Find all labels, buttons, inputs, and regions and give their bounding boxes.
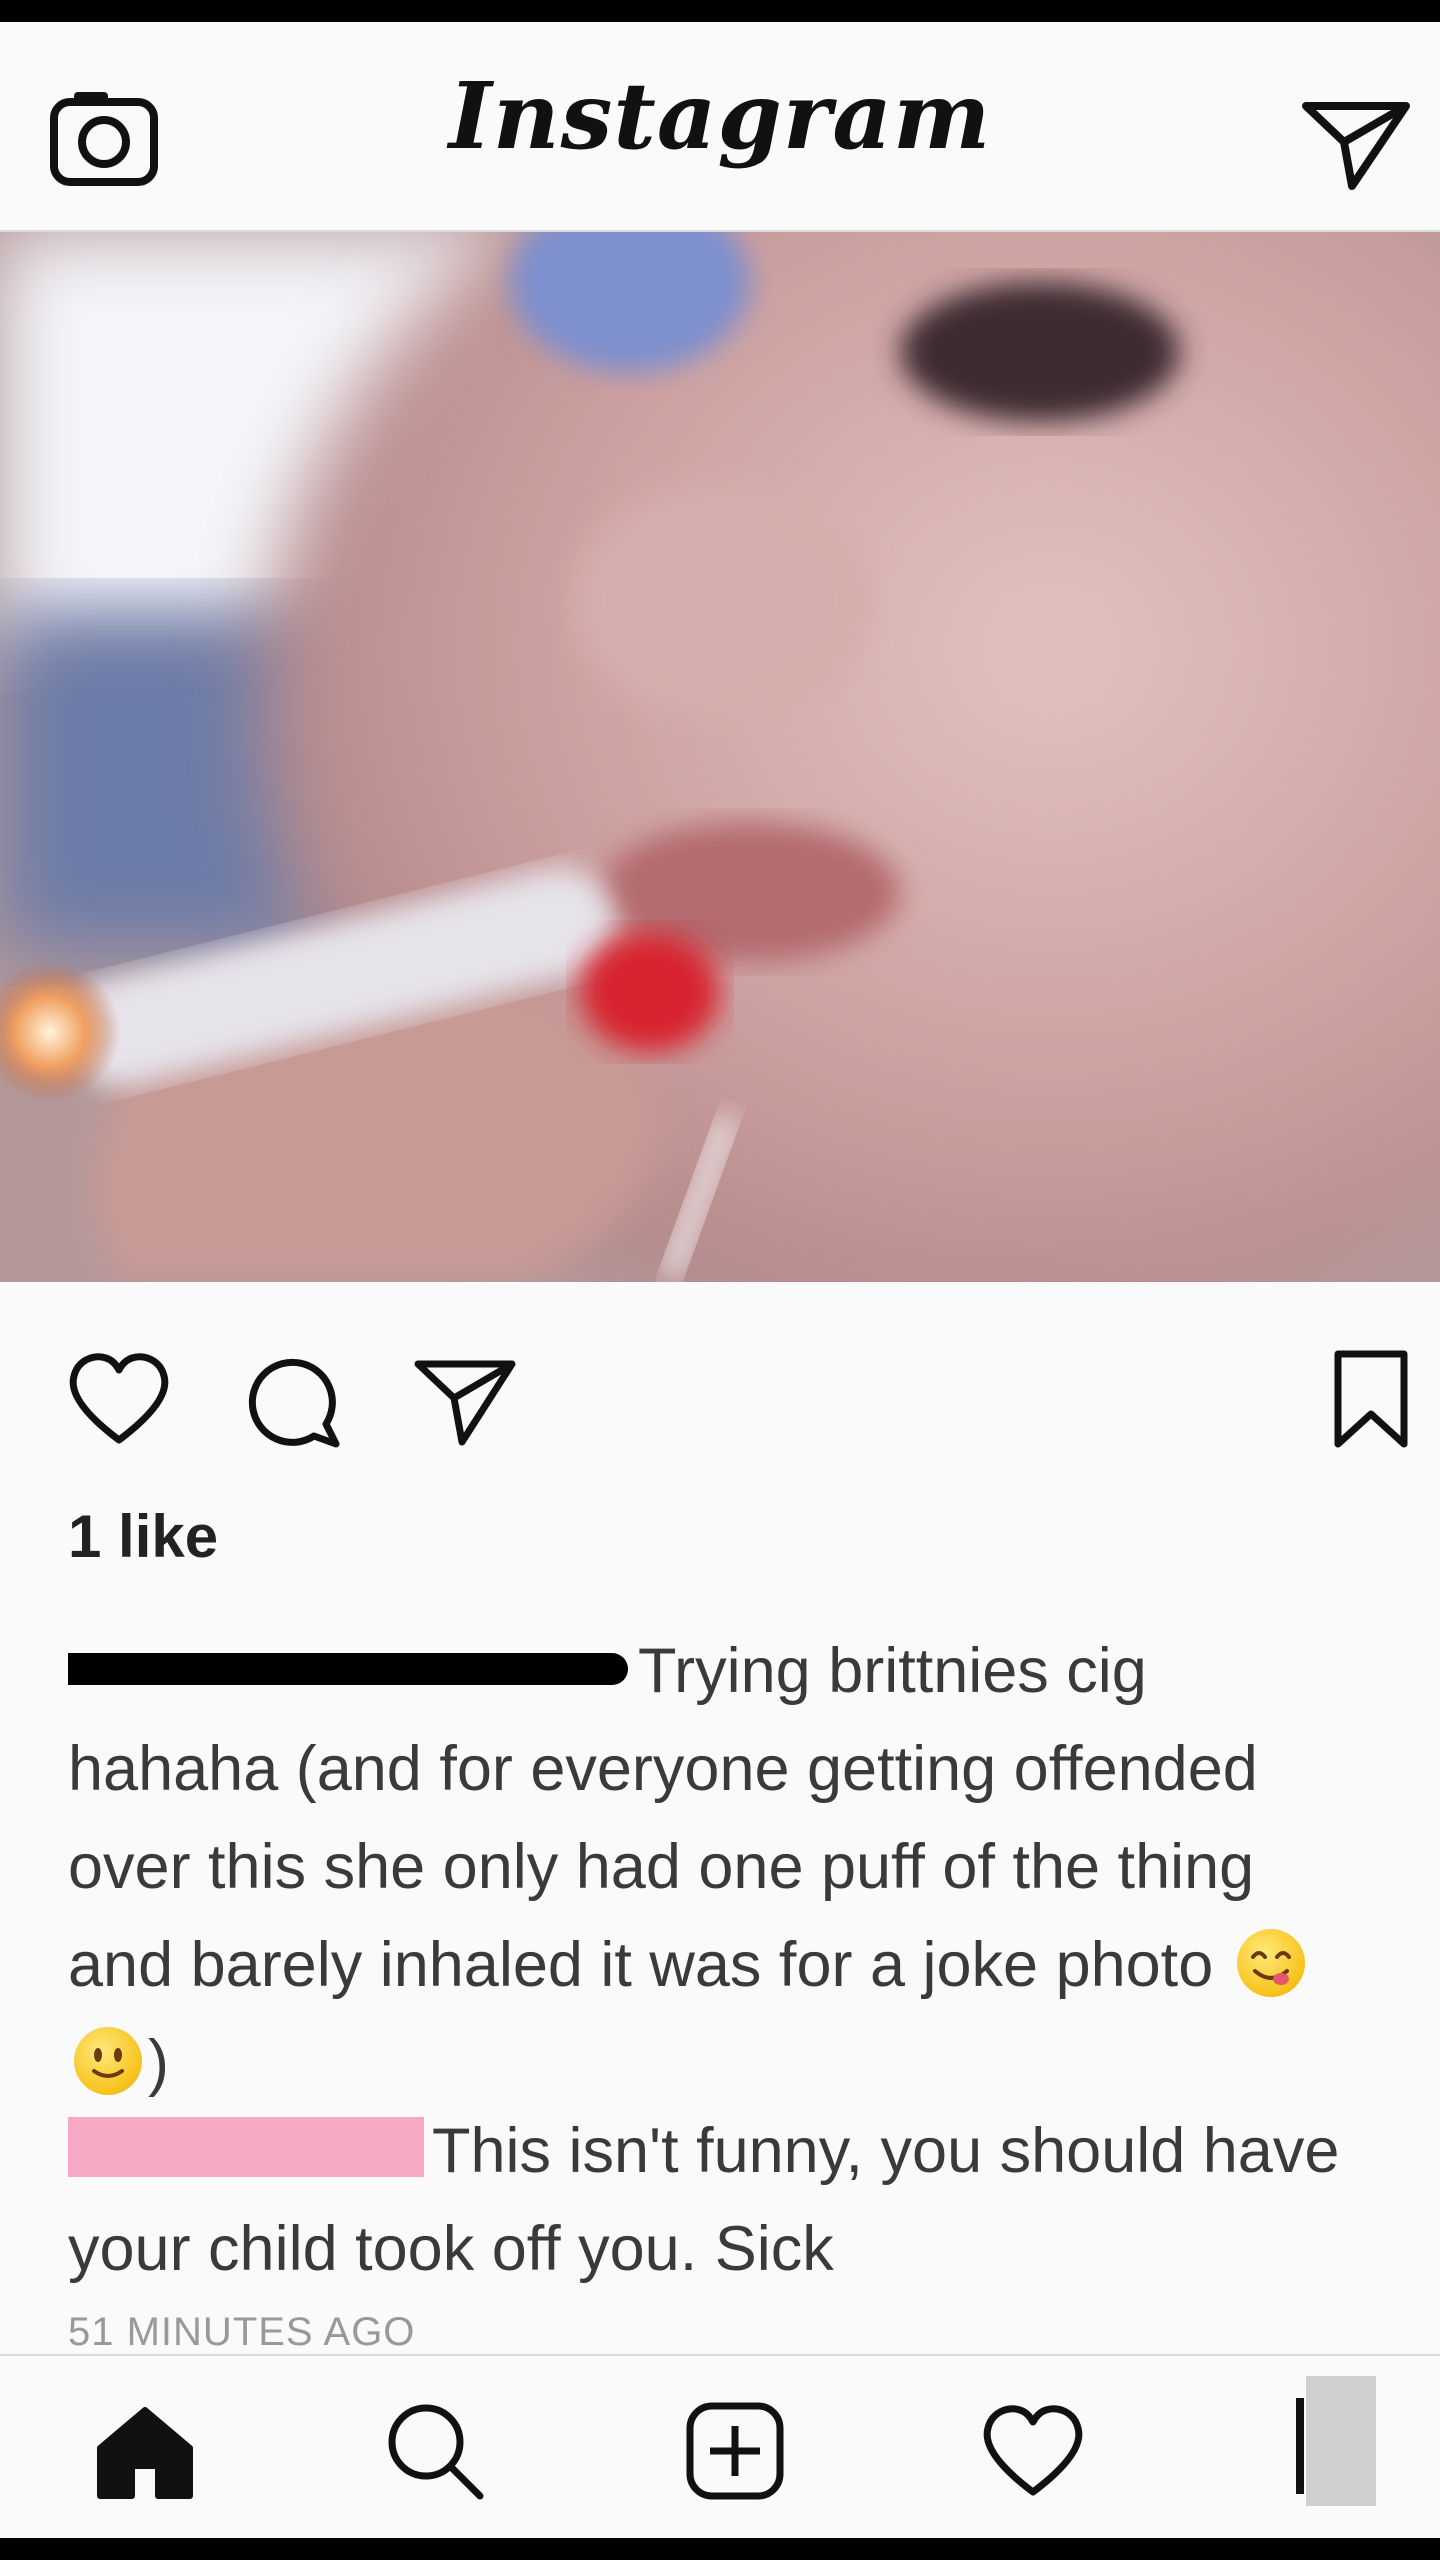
redacted-commenter[interactable] xyxy=(68,2117,424,2178)
caption-text: Trying brittnies cig hahaha (and for eve… xyxy=(68,1636,1258,2000)
top-bar: Instagram xyxy=(0,22,1440,232)
post-actions xyxy=(0,1282,1440,1492)
bottom-nav xyxy=(0,2354,1440,2538)
search-icon[interactable] xyxy=(380,2396,490,2506)
yum-face-emoji-icon xyxy=(1236,1929,1305,1998)
heart-icon[interactable] xyxy=(64,1344,174,1454)
like-count[interactable]: 1 like xyxy=(68,1502,218,1571)
paper-plane-icon[interactable] xyxy=(410,1344,520,1454)
caption-close: ) xyxy=(148,2028,169,2098)
paper-plane-icon[interactable] xyxy=(1296,84,1416,194)
home-icon[interactable] xyxy=(90,2396,200,2506)
post-caption: Trying brittnies cig hahaha (and for eve… xyxy=(68,1622,1358,2112)
post-photo[interactable] xyxy=(0,232,1440,1282)
add-icon[interactable] xyxy=(680,2396,790,2506)
comment-icon[interactable] xyxy=(240,1344,350,1454)
heart-icon[interactable] xyxy=(978,2396,1088,2506)
instagram-logo: Instagram xyxy=(448,62,992,170)
post-timestamp: 51 MINUTES AGO xyxy=(68,2310,416,2354)
profile-icon[interactable] xyxy=(1296,2376,1376,2506)
redacted-username[interactable] xyxy=(68,1653,628,1686)
bookmark-icon[interactable] xyxy=(1316,1344,1426,1454)
comment-item: This isn't funny, you should have your c… xyxy=(68,2102,1358,2298)
instagram-app: Instagram 1 like Trying brittnies cig ha… xyxy=(0,22,1440,2538)
smiling-face-emoji-icon xyxy=(74,2027,142,2096)
